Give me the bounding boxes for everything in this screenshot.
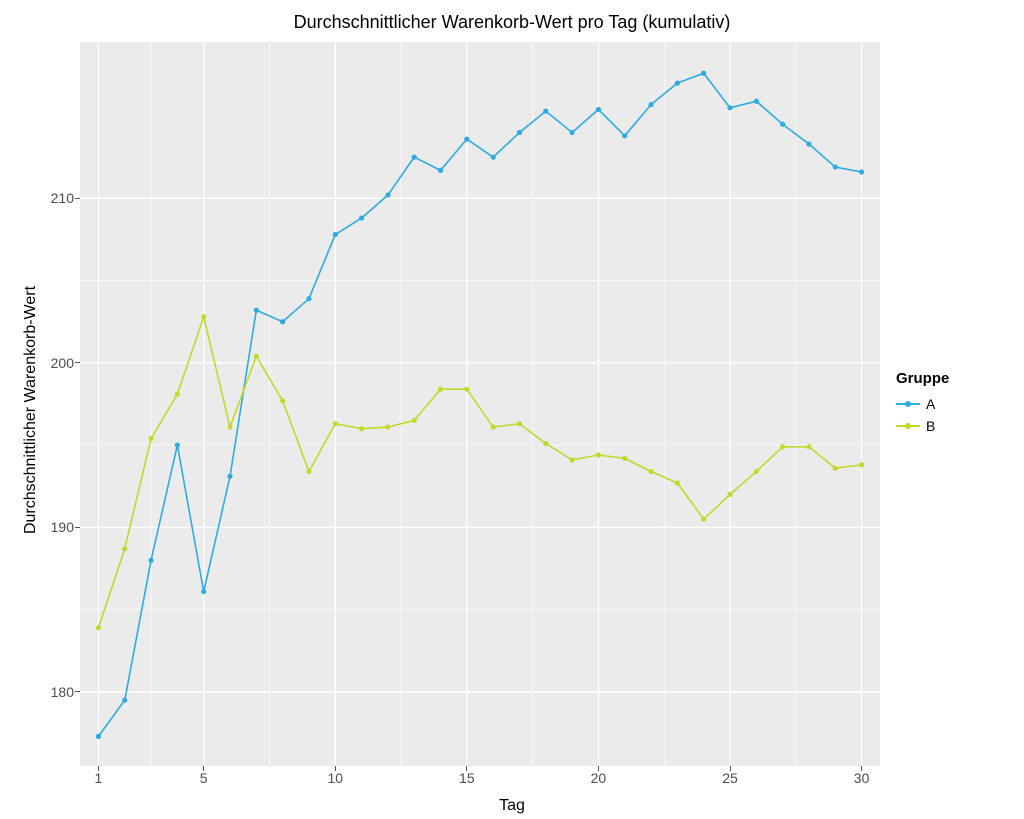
- series-point-B: [701, 517, 706, 522]
- series-point-A: [596, 107, 601, 112]
- series-point-B: [543, 441, 548, 446]
- series-point-A: [701, 71, 706, 76]
- x-tick-label: 1: [95, 770, 103, 786]
- plot-area: [80, 42, 880, 766]
- series-point-A: [438, 168, 443, 173]
- x-tick-label: 25: [722, 770, 738, 786]
- series-point-A: [675, 81, 680, 86]
- series-point-A: [727, 105, 732, 110]
- series-point-B: [780, 444, 785, 449]
- series-point-A: [570, 130, 575, 135]
- series-point-A: [306, 296, 311, 301]
- series-point-B: [412, 418, 417, 423]
- series-point-A: [859, 169, 864, 174]
- chart-title: Durchschnittlicher Warenkorb-Wert pro Ta…: [0, 12, 1024, 33]
- series-point-B: [201, 314, 206, 319]
- series-point-B: [148, 436, 153, 441]
- series-point-A: [491, 155, 496, 160]
- legend-label: B: [926, 418, 935, 434]
- series-point-A: [122, 698, 127, 703]
- y-tick-label: 190: [14, 519, 74, 535]
- series-point-B: [648, 469, 653, 474]
- series-point-B: [491, 424, 496, 429]
- series-point-B: [306, 469, 311, 474]
- series-point-A: [543, 109, 548, 114]
- series-point-B: [227, 424, 232, 429]
- series-point-B: [438, 387, 443, 392]
- series-point-A: [359, 215, 364, 220]
- x-tick-label: 30: [854, 770, 870, 786]
- series-point-A: [833, 164, 838, 169]
- series-point-A: [280, 319, 285, 324]
- y-axis-label: Durchschnittlicher Warenkorb-Wert: [22, 285, 40, 533]
- series-point-B: [622, 456, 627, 461]
- y-tick-label: 210: [14, 190, 74, 206]
- x-axis-label: Tag: [0, 797, 1024, 815]
- legend-swatch: [896, 396, 920, 412]
- series-point-B: [806, 444, 811, 449]
- y-tick-mark: [75, 198, 80, 199]
- x-tick-label: 10: [327, 770, 343, 786]
- y-tick-label: 200: [14, 355, 74, 371]
- legend: Gruppe AB: [896, 370, 949, 437]
- series-line-A: [98, 73, 861, 736]
- series-point-B: [464, 387, 469, 392]
- series-point-A: [780, 122, 785, 127]
- series-point-B: [833, 466, 838, 471]
- series-point-A: [333, 232, 338, 237]
- series-point-B: [280, 398, 285, 403]
- series-point-A: [175, 443, 180, 448]
- series-point-A: [648, 102, 653, 107]
- series-point-B: [385, 424, 390, 429]
- x-tick-label: 5: [200, 770, 208, 786]
- series-point-A: [622, 133, 627, 138]
- series-point-A: [254, 308, 259, 313]
- series-point-A: [385, 192, 390, 197]
- legend-title: Gruppe: [896, 370, 949, 387]
- series-point-A: [517, 130, 522, 135]
- series-point-B: [570, 457, 575, 462]
- series-point-B: [333, 421, 338, 426]
- series-point-B: [727, 492, 732, 497]
- y-tick-mark: [75, 362, 80, 363]
- chart-container: Durchschnittlicher Warenkorb-Wert pro Ta…: [0, 0, 1024, 819]
- series-point-B: [517, 421, 522, 426]
- plot-svg: [80, 42, 880, 766]
- series-point-A: [412, 155, 417, 160]
- series-point-B: [359, 426, 364, 431]
- series-point-A: [464, 136, 469, 141]
- series-point-B: [859, 462, 864, 467]
- series-point-B: [675, 480, 680, 485]
- series-point-B: [175, 392, 180, 397]
- legend-item-B: B: [896, 415, 949, 437]
- x-tick-label: 15: [459, 770, 475, 786]
- legend-label: A: [926, 396, 935, 412]
- series-point-A: [201, 589, 206, 594]
- series-point-A: [754, 99, 759, 104]
- y-tick-mark: [75, 691, 80, 692]
- series-point-B: [596, 452, 601, 457]
- series-point-B: [754, 469, 759, 474]
- series-point-A: [227, 474, 232, 479]
- series-point-A: [148, 558, 153, 563]
- x-tick-label: 20: [591, 770, 607, 786]
- series-point-B: [254, 354, 259, 359]
- series-point-B: [96, 625, 101, 630]
- series-point-B: [122, 546, 127, 551]
- y-tick-label: 180: [14, 684, 74, 700]
- legend-item-A: A: [896, 393, 949, 415]
- y-tick-mark: [75, 527, 80, 528]
- legend-swatch: [896, 418, 920, 434]
- series-point-A: [806, 141, 811, 146]
- series-point-A: [96, 734, 101, 739]
